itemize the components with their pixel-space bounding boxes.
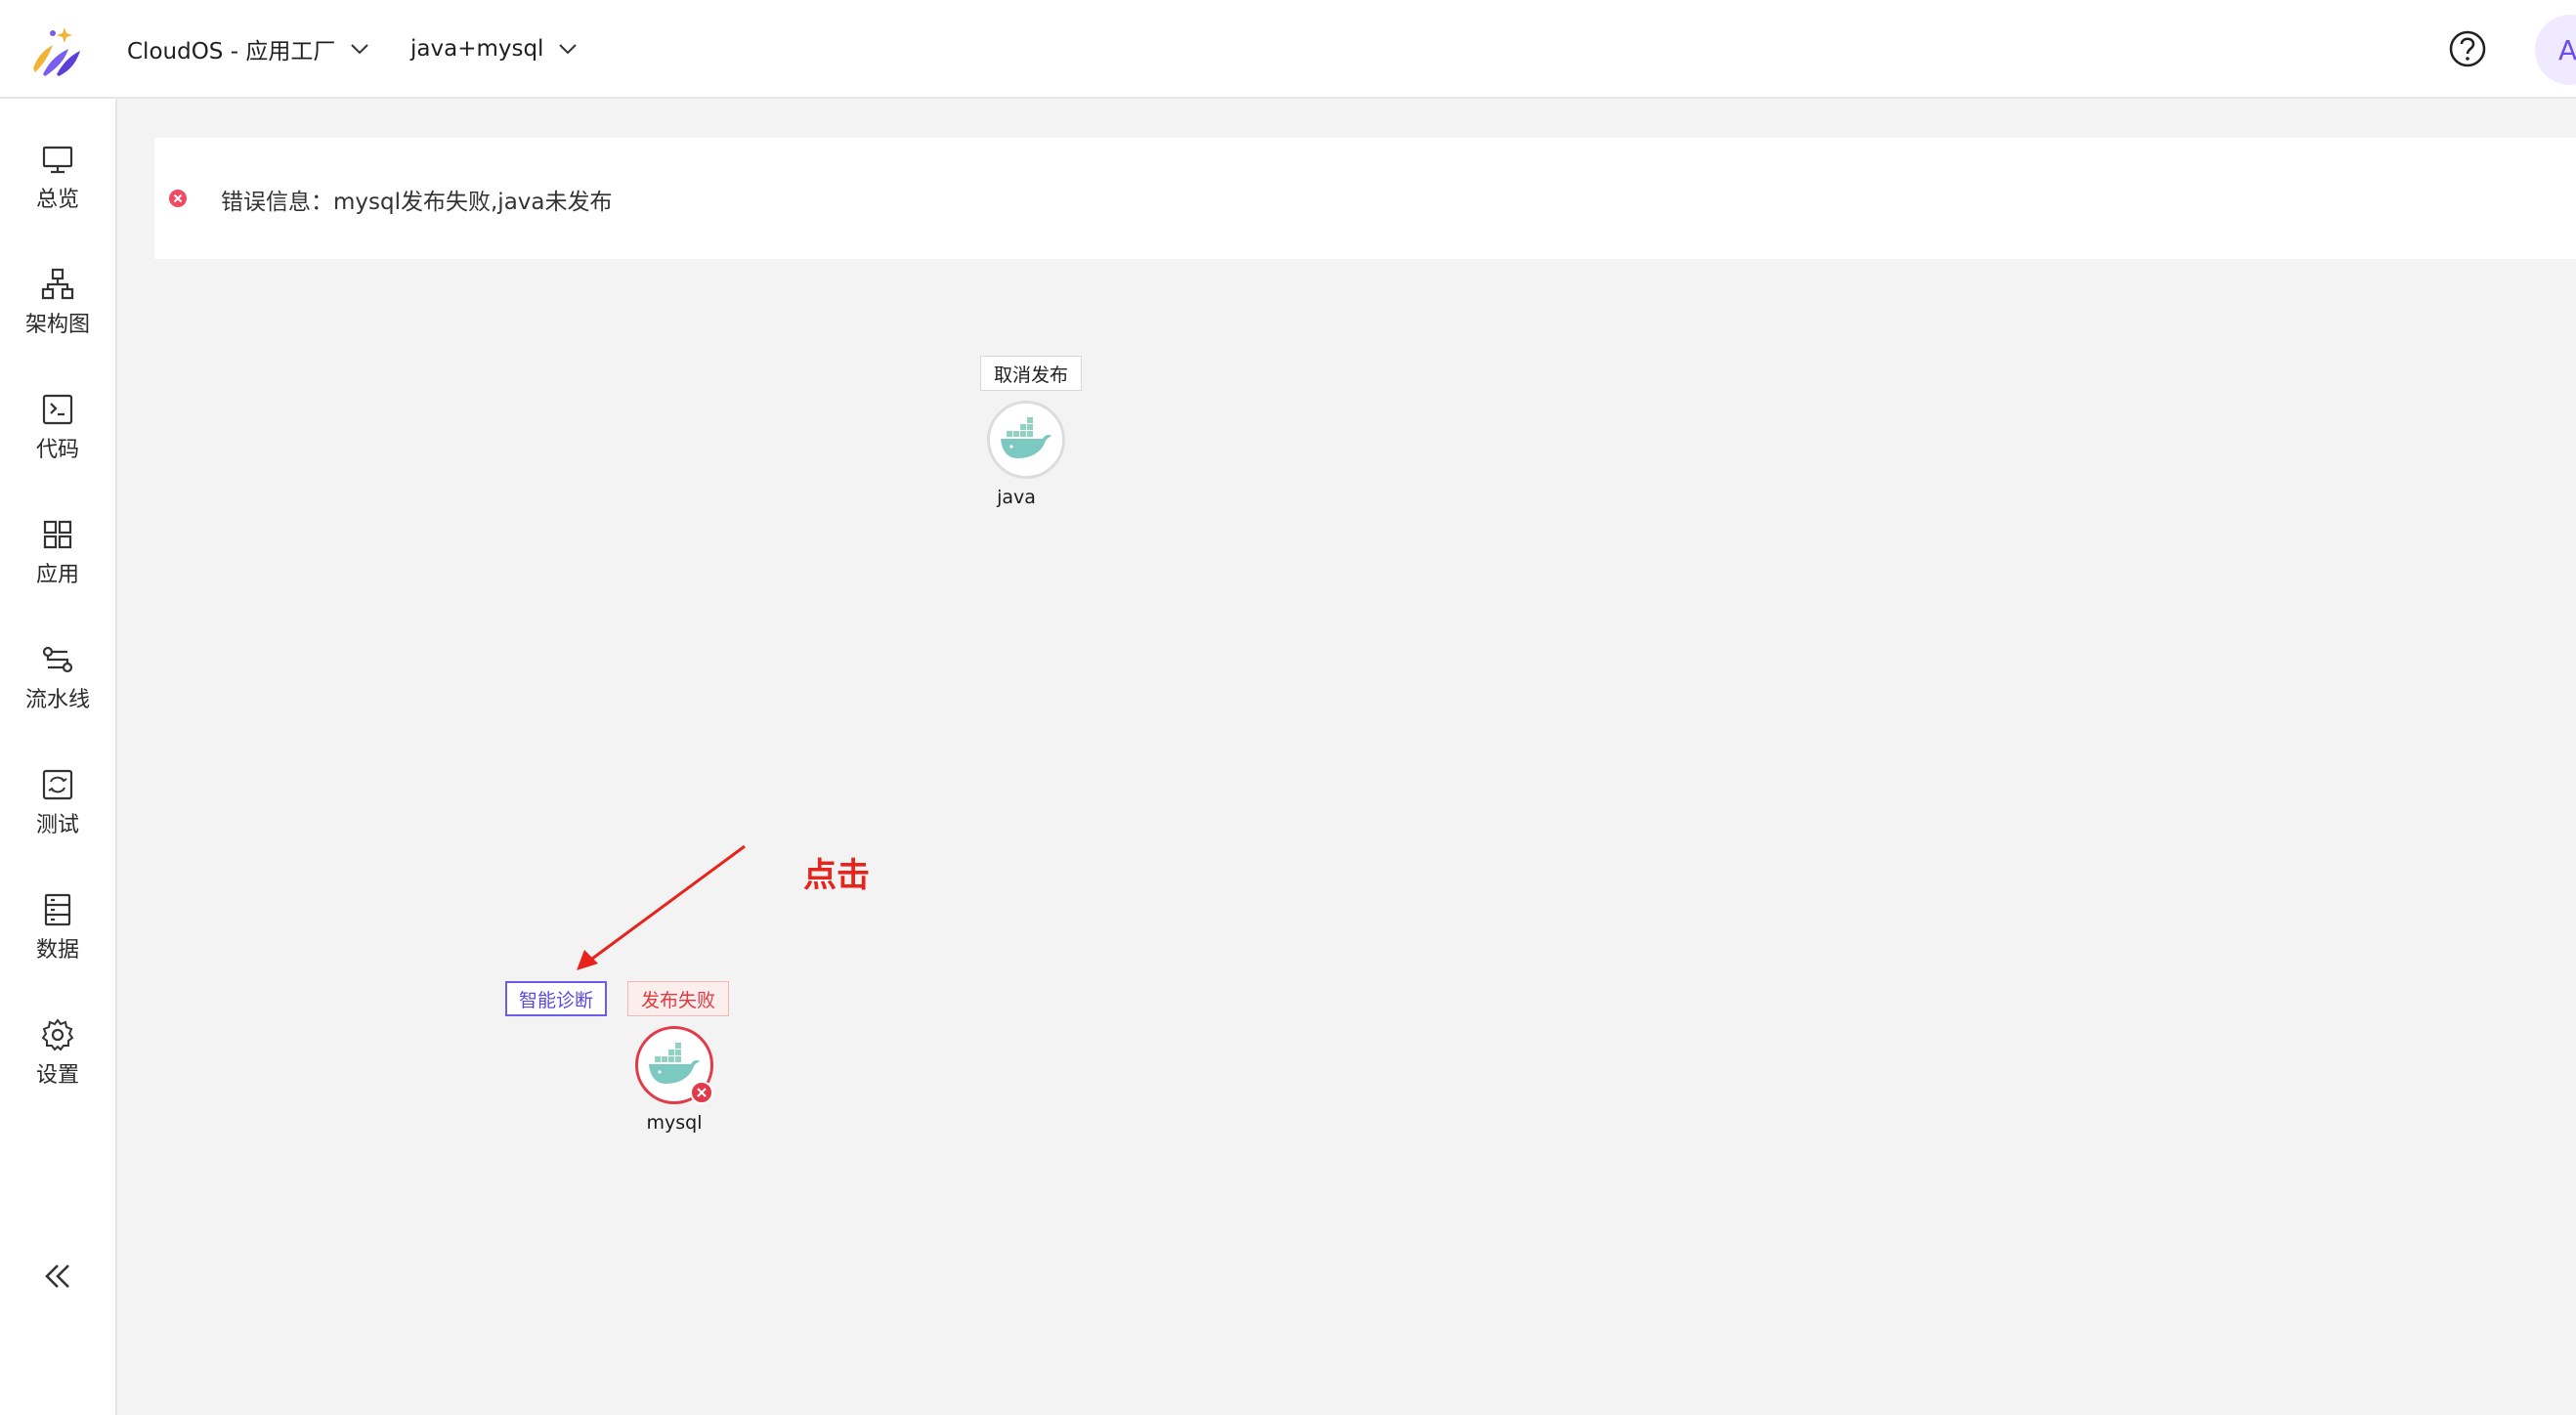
chevron-down-icon xyxy=(559,44,578,55)
test-icon xyxy=(42,769,73,800)
chevron-down-icon xyxy=(351,44,369,55)
docker-icon xyxy=(1001,417,1052,458)
smart-diagnose-label: 智能诊断 xyxy=(518,989,593,1011)
publish-failed-label: 发布失败 xyxy=(640,989,715,1011)
pipeline-icon xyxy=(42,646,73,673)
java-node-label: java xyxy=(997,487,1036,508)
logo-icon[interactable] xyxy=(25,23,84,78)
error-circle-icon xyxy=(169,190,187,207)
sidebar-item-pipeline[interactable]: 流水线 xyxy=(0,643,115,741)
sidebar-item-label: 总览 xyxy=(35,188,79,212)
app-selector[interactable]: CloudOS - 应用工厂 xyxy=(127,29,370,68)
user-avatar[interactable]: A xyxy=(2535,15,2576,85)
apps-grid-icon xyxy=(43,520,72,549)
cancel-publish-button[interactable]: 取消发布 xyxy=(980,356,1082,391)
sidebar-item-architecture[interactable]: 架构图 xyxy=(0,268,115,365)
project-selector[interactable]: java+mysql xyxy=(410,29,579,68)
java-service-node[interactable] xyxy=(987,401,1065,479)
error-message: 错误信息：mysql发布失败,java未发布 xyxy=(221,190,613,215)
app-selector-label: CloudOS - 应用工厂 xyxy=(127,39,336,64)
sidebar-item-test[interactable]: 测试 xyxy=(0,768,115,866)
cancel-publish-label: 取消发布 xyxy=(993,364,1068,386)
sidebar-item-data[interactable]: 数据 xyxy=(0,893,115,991)
sidebar-item-label: 应用 xyxy=(35,563,79,587)
monitor-icon xyxy=(42,146,73,174)
architecture-icon xyxy=(41,268,74,300)
sidebar-item-label: 数据 xyxy=(35,938,79,963)
sidebar-item-label: 测试 xyxy=(35,813,79,837)
sidebar-item-overview[interactable]: 总览 xyxy=(0,143,115,240)
sidebar-item-label: 架构图 xyxy=(24,313,90,337)
annotation-text: 点击 xyxy=(803,856,870,895)
publish-failed-badge: 发布失败 xyxy=(627,981,729,1016)
sidebar-item-label: 流水线 xyxy=(24,688,90,712)
sidebar: 总览 架构图 代码 应用 流水线 测试 数据 设置 xyxy=(0,99,117,1415)
project-selector-label: java+mysql xyxy=(410,36,544,62)
sidebar-item-label: 设置 xyxy=(35,1063,79,1088)
smart-diagnose-button[interactable]: 智能诊断 xyxy=(505,981,607,1016)
annotation-arrow xyxy=(577,844,746,970)
help-icon[interactable] xyxy=(2448,29,2487,68)
sidebar-item-label: 代码 xyxy=(35,438,79,462)
error-badge-icon xyxy=(690,1081,713,1104)
database-icon xyxy=(44,893,71,926)
error-banner: 错误信息：mysql发布失败,java未发布 xyxy=(154,138,2576,259)
terminal-icon xyxy=(42,394,73,425)
top-bar: CloudOS - 应用工厂 java+mysql A xyxy=(0,0,2576,99)
avatar-initial: A xyxy=(2558,33,2576,66)
collapse-sidebar-icon[interactable] xyxy=(38,1257,77,1296)
sidebar-item-code[interactable]: 代码 xyxy=(0,393,115,491)
sidebar-item-apps[interactable]: 应用 xyxy=(0,518,115,616)
sidebar-item-settings[interactable]: 设置 xyxy=(0,1018,115,1116)
gear-icon xyxy=(41,1018,74,1051)
mysql-node-label: mysql xyxy=(646,1112,703,1134)
